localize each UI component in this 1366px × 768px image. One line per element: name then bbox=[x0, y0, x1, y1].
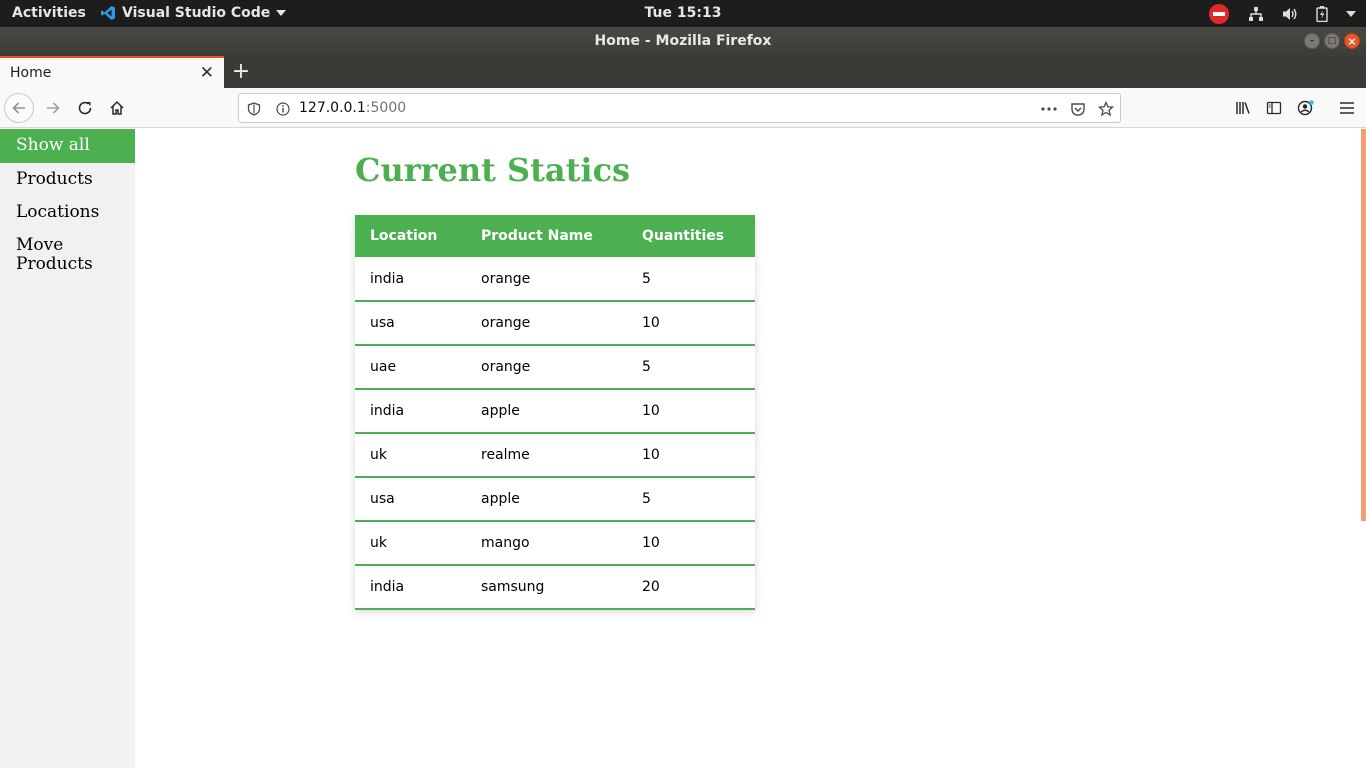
table-row: uk realme 10 bbox=[355, 433, 755, 478]
sidebar-item-show-all[interactable]: Show all bbox=[0, 129, 135, 163]
system-tray bbox=[1208, 3, 1356, 24]
account-icon bbox=[1297, 100, 1314, 116]
url-host: 127.0.0.1 bbox=[299, 100, 366, 116]
web-page: Show all Products Locations Move Product… bbox=[0, 129, 1366, 768]
hamburger-menu-icon bbox=[1340, 102, 1354, 114]
app-name: Visual Studio Code bbox=[122, 5, 271, 21]
sidebar-item-products[interactable]: Products bbox=[0, 163, 135, 196]
cell-product-name: mango bbox=[466, 521, 627, 566]
sidebar-item-locations[interactable]: Locations bbox=[0, 196, 135, 229]
do-not-disturb-icon[interactable] bbox=[1208, 3, 1230, 24]
forward-button[interactable] bbox=[38, 93, 68, 123]
battery-icon[interactable] bbox=[1316, 4, 1328, 24]
table-row: india apple 10 bbox=[355, 389, 755, 434]
statics-table: Location Product Name Quantities india o… bbox=[355, 215, 755, 610]
page-title: Current Statics bbox=[355, 151, 631, 189]
window-title: Home - Mozilla Firefox bbox=[594, 33, 772, 49]
url-text[interactable]: 127.0.0.1:5000 bbox=[299, 100, 406, 116]
system-menu-chevron-icon[interactable] bbox=[1346, 4, 1356, 24]
cell-location: india bbox=[355, 565, 466, 610]
sidebar-nav: Show all Products Locations Move Product… bbox=[0, 129, 135, 768]
page-actions-menu-icon[interactable] bbox=[1039, 99, 1059, 119]
account-button[interactable] bbox=[1291, 93, 1321, 123]
column-header-location: Location bbox=[355, 215, 466, 257]
cell-quantity: 5 bbox=[627, 477, 755, 522]
library-icon bbox=[1236, 102, 1250, 114]
clock[interactable]: Tue 15:13 bbox=[645, 5, 722, 21]
cell-quantity: 10 bbox=[627, 389, 755, 434]
maximize-icon: □ bbox=[1327, 36, 1337, 46]
table-header-row: Location Product Name Quantities bbox=[355, 215, 755, 257]
tab-home[interactable]: Home ✕ bbox=[0, 56, 224, 88]
cell-quantity: 10 bbox=[627, 301, 755, 346]
site-info-icon[interactable] bbox=[273, 99, 293, 119]
cell-quantity: 20 bbox=[627, 565, 755, 610]
minimize-button[interactable]: – bbox=[1304, 33, 1320, 49]
cell-location: uk bbox=[355, 521, 466, 566]
table-row: india orange 5 bbox=[355, 257, 755, 302]
cell-location: usa bbox=[355, 301, 466, 346]
navigation-toolbar: 127.0.0.1:5000 bbox=[0, 88, 1366, 128]
scrollbar-indicator[interactable] bbox=[1361, 129, 1366, 521]
new-tab-button[interactable]: + bbox=[230, 59, 252, 84]
column-header-product-name: Product Name bbox=[466, 215, 627, 257]
cell-product-name: orange bbox=[466, 301, 627, 346]
app-menu[interactable]: Visual Studio Code bbox=[100, 5, 287, 21]
cell-quantity: 5 bbox=[627, 345, 755, 390]
network-icon[interactable] bbox=[1248, 4, 1264, 24]
window-title-bar[interactable]: Home - Mozilla Firefox – □ × bbox=[0, 27, 1366, 56]
url-port: :5000 bbox=[365, 100, 407, 116]
close-window-button[interactable]: × bbox=[1344, 33, 1360, 49]
cell-location: uae bbox=[355, 345, 466, 390]
app-menu-button[interactable] bbox=[1332, 93, 1362, 123]
tab-close-icon[interactable]: ✕ bbox=[200, 63, 214, 83]
reload-icon bbox=[78, 101, 92, 115]
sidebar-toggle-icon bbox=[1266, 101, 1282, 115]
cell-location: usa bbox=[355, 477, 466, 522]
column-header-quantities: Quantities bbox=[627, 215, 755, 257]
back-arrow-icon bbox=[12, 102, 25, 114]
cell-product-name: apple bbox=[466, 477, 627, 522]
back-button[interactable] bbox=[4, 93, 34, 123]
vscode-icon bbox=[101, 6, 115, 20]
home-button[interactable] bbox=[102, 93, 132, 123]
cell-location: india bbox=[355, 257, 466, 302]
library-button[interactable] bbox=[1228, 93, 1258, 123]
forward-arrow-icon bbox=[47, 102, 60, 114]
cell-product-name: realme bbox=[466, 433, 627, 478]
tab-title: Home bbox=[10, 65, 52, 81]
reload-button[interactable] bbox=[70, 93, 100, 123]
minimize-icon: – bbox=[1309, 36, 1315, 46]
cell-product-name: apple bbox=[466, 389, 627, 434]
cell-quantity: 10 bbox=[627, 433, 755, 478]
maximize-button[interactable]: □ bbox=[1324, 33, 1340, 49]
cell-product-name: samsung bbox=[466, 565, 627, 610]
cell-product-name: orange bbox=[466, 257, 627, 302]
pocket-icon[interactable] bbox=[1068, 99, 1088, 119]
table-row: india samsung 20 bbox=[355, 565, 755, 610]
bookmark-star-icon[interactable] bbox=[1096, 99, 1116, 119]
home-icon bbox=[110, 100, 124, 115]
table-row: usa apple 5 bbox=[355, 477, 755, 522]
sidebar-item-move-products[interactable]: Move Products bbox=[0, 229, 135, 281]
cell-quantity: 10 bbox=[627, 521, 755, 566]
volume-icon[interactable] bbox=[1282, 4, 1298, 24]
cell-quantity: 5 bbox=[627, 257, 755, 302]
table-row: uk mango 10 bbox=[355, 521, 755, 566]
sidebars-button[interactable] bbox=[1259, 93, 1289, 123]
window-controls: – □ × bbox=[1304, 33, 1360, 49]
tracking-protection-shield-icon[interactable] bbox=[244, 99, 264, 119]
plus-icon: + bbox=[231, 59, 251, 84]
table-row: uae orange 5 bbox=[355, 345, 755, 390]
cell-location: uk bbox=[355, 433, 466, 478]
close-icon: × bbox=[1347, 34, 1357, 48]
chevron-down-icon bbox=[276, 10, 287, 16]
tab-strip: Home ✕ + bbox=[0, 56, 1366, 88]
url-bar[interactable]: 127.0.0.1:5000 bbox=[238, 93, 1121, 123]
system-top-bar: Activities Visual Studio Code Tue 15:13 bbox=[0, 0, 1366, 27]
cell-product-name: orange bbox=[466, 345, 627, 390]
cell-location: india bbox=[355, 389, 466, 434]
table-row: usa orange 10 bbox=[355, 301, 755, 346]
activities-button[interactable]: Activities bbox=[12, 5, 86, 21]
